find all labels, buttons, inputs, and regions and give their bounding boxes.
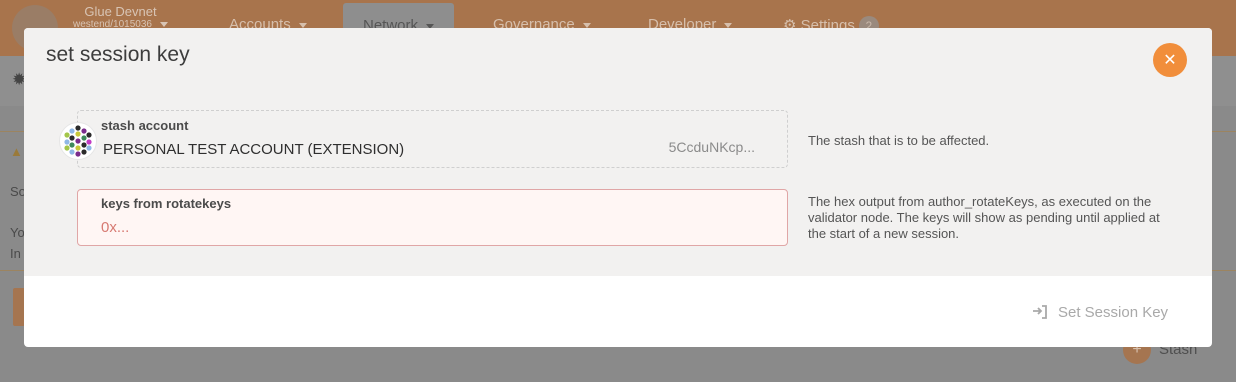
chain-name: Glue Devnet bbox=[84, 4, 157, 19]
set-session-key-modal: set session key ✕ stash account PERSONAL… bbox=[24, 28, 1212, 347]
modal-content: set session key ✕ stash account PERSONAL… bbox=[24, 28, 1212, 276]
keys-label: keys from rotatekeys bbox=[101, 196, 232, 211]
stash-account-address: 5CcduNKcp... bbox=[668, 139, 755, 155]
stash-account-dropdown[interactable]: stash account PERSONAL TEST ACCOUNT (EXT… bbox=[77, 110, 788, 168]
chevron-down-icon bbox=[298, 22, 307, 28]
warning-icon: ▲ bbox=[10, 144, 23, 159]
sign-in-icon bbox=[1033, 305, 1047, 319]
identicon-avatar[interactable] bbox=[59, 122, 97, 160]
set-session-key-label: Set Session Key bbox=[1058, 304, 1169, 321]
chevron-down-icon bbox=[724, 22, 733, 28]
chevron-down-icon bbox=[159, 21, 168, 27]
identicon-icon bbox=[64, 125, 92, 157]
background-text: In bbox=[10, 246, 21, 261]
keys-field: keys from rotatekeys bbox=[77, 189, 788, 246]
modal-title: set session key bbox=[46, 43, 190, 66]
set-session-key-button[interactable]: Set Session Key bbox=[1032, 304, 1168, 321]
close-icon: ✕ bbox=[1163, 50, 1177, 69]
close-button[interactable]: ✕ bbox=[1153, 43, 1187, 77]
keys-help-text: The hex output from author_rotateKeys, a… bbox=[808, 194, 1160, 241]
chain-selector[interactable]: Glue Devnet westend/1015036 bbox=[73, 4, 168, 30]
stash-account-value: PERSONAL TEST ACCOUNT (EXTENSION) bbox=[103, 141, 405, 158]
background-text: Yo bbox=[10, 225, 25, 240]
keys-input[interactable] bbox=[101, 219, 751, 236]
chevron-down-icon bbox=[582, 22, 591, 28]
stash-help-text: The stash that is to be affected. bbox=[808, 133, 990, 148]
stash-account-label: stash account bbox=[101, 118, 189, 133]
